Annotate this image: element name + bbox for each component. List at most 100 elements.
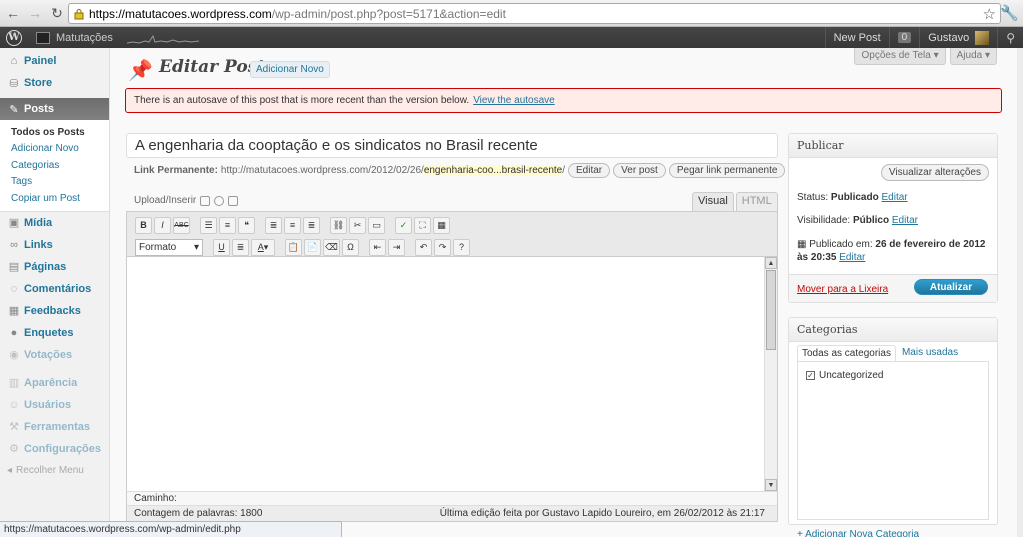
numbered-list-icon[interactable]: ≡ xyxy=(219,216,236,234)
text-color-icon[interactable]: A ▾ xyxy=(251,238,275,256)
sidebar-item-label: Painel xyxy=(24,55,57,67)
submenu-tags[interactable]: Tags xyxy=(0,174,109,191)
unlink-icon[interactable]: ✂ xyxy=(349,216,366,234)
sidebar-item-feedbacks[interactable]: ▦ Feedbacks xyxy=(0,300,109,322)
preview-changes-button[interactable]: Visualizar alterações xyxy=(880,164,989,181)
update-button[interactable]: Atualizar xyxy=(914,279,988,295)
justify-icon[interactable]: ≣ xyxy=(232,238,249,256)
align-center-icon[interactable]: ≡ xyxy=(284,216,301,234)
admin-sidebar: ⌂ Painel ⛁ Store ✎ Posts Todos os Posts Adi… xyxy=(0,48,110,537)
sidebar-item-posts[interactable]: ✎ Posts xyxy=(0,98,109,120)
user-menu[interactable]: Gustavo xyxy=(919,27,997,48)
submenu-categories[interactable]: Categorias xyxy=(0,157,109,174)
address-bar[interactable]: https://matutacoes.wordpress.com/wp-admi… xyxy=(68,3,1001,24)
sidebar-item-aparencia[interactable]: ▥ Aparência xyxy=(0,372,109,394)
scrollbar-thumb[interactable] xyxy=(766,270,776,350)
format-select[interactable]: Formato ▾ xyxy=(135,238,203,256)
collapse-arrow-icon: ◂ xyxy=(7,465,13,476)
help-tab[interactable]: Ajuda ▾ xyxy=(949,48,997,65)
bookmark-star-icon[interactable]: ☆ xyxy=(983,5,996,23)
align-right-icon[interactable]: ≣ xyxy=(303,216,320,234)
sidebar-item-ferramentas[interactable]: ⚒ Ferramentas xyxy=(0,416,109,438)
bullet-list-icon[interactable]: ☰ xyxy=(200,216,217,234)
add-image-icon[interactable] xyxy=(200,195,211,206)
add-media-icon[interactable] xyxy=(214,195,225,206)
sidebar-item-enquetes[interactable]: ● Enquetes xyxy=(0,322,109,344)
move-to-trash-link[interactable]: Mover para a Lixeira xyxy=(797,284,888,295)
paste-text-icon[interactable]: 📋 xyxy=(285,238,302,256)
reload-icon[interactable]: ↻ xyxy=(48,4,66,22)
site-name[interactable]: Matutações xyxy=(56,32,113,44)
tab-most-used[interactable]: Mais usadas xyxy=(898,345,962,362)
submenu-all-posts[interactable]: Todos os Posts xyxy=(0,124,109,141)
collapse-menu[interactable]: ◂ Recolher Menu xyxy=(0,460,109,482)
add-category-link[interactable]: + Adicionar Nova Categoria xyxy=(797,529,919,537)
paste-word-icon[interactable]: 📄 xyxy=(304,238,321,256)
tab-all-categories[interactable]: Todas as categorias xyxy=(797,345,896,362)
edit-slug-button[interactable]: Editar xyxy=(568,162,611,178)
back-arrow-icon[interactable]: ← xyxy=(4,4,22,22)
category-checkbox[interactable]: ✓ xyxy=(806,371,815,380)
scroll-down-arrow-icon[interactable]: ▼ xyxy=(765,479,777,491)
add-poll-icon[interactable] xyxy=(228,195,239,206)
editor-scrollbar[interactable]: ▲ ▼ xyxy=(764,257,777,491)
screen-options-label: Opções de Tela xyxy=(861,50,931,61)
wordpress-logo-icon[interactable]: W xyxy=(6,29,22,46)
browser-toolbar: ← → ↻ https://matutacoes.wordpress.com/w… xyxy=(0,0,1023,27)
sidebar-item-store[interactable]: ⛁ Store xyxy=(0,72,109,94)
undo-icon[interactable]: ↶ xyxy=(415,238,432,256)
kitchen-sink-icon[interactable]: ▦ xyxy=(433,216,450,234)
chevron-down-icon: ▾ xyxy=(193,241,199,253)
sidebar-item-paginas[interactable]: ▤ Páginas xyxy=(0,256,109,278)
spellcheck-icon[interactable]: ✓ xyxy=(395,216,412,234)
sidebar-item-usuarios[interactable]: ☺ Usuários xyxy=(0,394,109,416)
stats-sparkline-icon[interactable] xyxy=(126,32,199,44)
outdent-icon[interactable]: ⇤ xyxy=(369,238,386,256)
published-label: Publicado em: xyxy=(809,239,873,250)
sidebar-item-midia[interactable]: ▣ Mídia xyxy=(0,212,109,234)
sidebar-item-comentarios[interactable]: ◌ Comentários xyxy=(0,278,109,300)
permalink-slug[interactable]: engenharia-coo...brasil-recente xyxy=(423,164,563,176)
underline-icon[interactable]: U xyxy=(213,238,230,256)
get-permalink-button[interactable]: Pegar link permanente xyxy=(668,162,786,178)
add-new-button[interactable]: Adicionar Novo xyxy=(250,61,330,78)
feedback-icon: ▦ xyxy=(8,305,20,317)
page-scrollbar[interactable] xyxy=(1017,48,1023,537)
edit-status-link[interactable]: Editar xyxy=(882,192,908,203)
help-icon[interactable]: ? xyxy=(453,238,470,256)
blockquote-icon[interactable]: ❝ xyxy=(238,216,255,234)
insert-link-icon[interactable]: ⛓ xyxy=(330,216,347,234)
submenu-add-new[interactable]: Adicionar Novo xyxy=(0,141,109,158)
indent-icon[interactable]: ⇥ xyxy=(388,238,405,256)
new-post-link[interactable]: New Post xyxy=(824,27,889,48)
align-left-icon[interactable]: ≣ xyxy=(265,216,282,234)
editor-content-area[interactable]: ▲ ▼ xyxy=(127,257,777,491)
sidebar-item-configuracoes[interactable]: ⚙ Configurações xyxy=(0,438,109,460)
remove-format-icon[interactable]: ⌫ xyxy=(323,238,340,256)
sidebar-item-painel[interactable]: ⌂ Painel xyxy=(0,50,109,72)
edit-date-link[interactable]: Editar xyxy=(839,252,865,263)
admin-search[interactable]: ⚲ xyxy=(997,27,1023,48)
post-title-input[interactable]: A engenharia da cooptação e os sindicato… xyxy=(126,133,778,158)
tab-html[interactable]: HTML xyxy=(735,192,778,211)
scroll-up-arrow-icon[interactable]: ▲ xyxy=(765,257,777,269)
sidebar-item-votacoes[interactable]: ◉ Votações xyxy=(0,344,109,366)
view-autosave-link[interactable]: View the autosave xyxy=(473,95,555,106)
italic-icon[interactable]: I xyxy=(154,216,171,234)
special-char-icon[interactable]: Ω xyxy=(342,238,359,256)
more-tag-icon[interactable]: ▭ xyxy=(368,216,385,234)
sidebar-item-links[interactable]: ∞ Links xyxy=(0,234,109,256)
tab-visual[interactable]: Visual xyxy=(692,192,734,211)
redo-icon[interactable]: ↷ xyxy=(434,238,451,256)
submenu-copy-post[interactable]: Copiar um Post xyxy=(0,190,109,207)
edit-visibility-link[interactable]: Editar xyxy=(892,215,918,226)
wrench-icon[interactable]: 🔧 xyxy=(1000,4,1019,22)
forward-arrow-icon[interactable]: → xyxy=(26,4,44,22)
fullscreen-icon[interactable]: ⛶ xyxy=(414,216,431,234)
bold-icon[interactable]: B xyxy=(135,216,152,234)
permalink-label: Link Permanente: xyxy=(134,164,218,176)
view-post-button[interactable]: Ver post xyxy=(613,162,666,178)
strikethrough-icon[interactable]: ABC xyxy=(173,216,190,234)
notification-count[interactable]: 0 xyxy=(888,27,920,48)
screen-options-tab[interactable]: Opções de Tela ▾ xyxy=(854,48,946,65)
